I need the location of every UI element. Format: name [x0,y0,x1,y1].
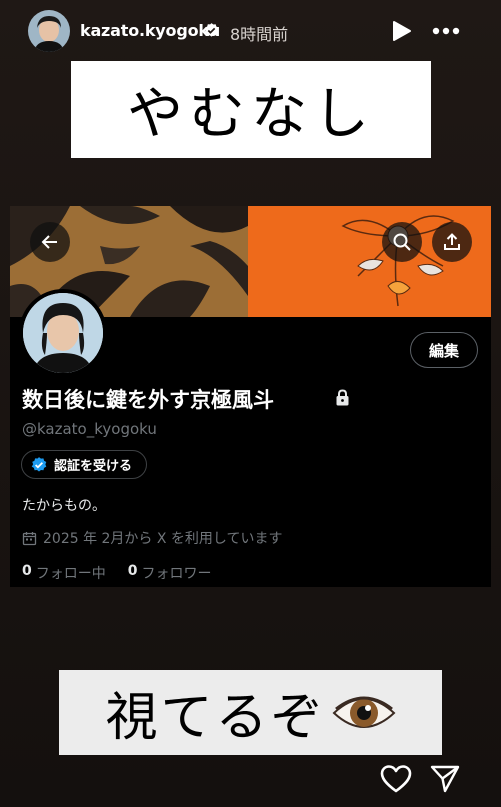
followers-link[interactable]: 0 フォロワー [128,563,212,583]
followers-label: フォロワー [141,566,212,582]
caption-bottom-text: 視てるぞ [105,688,326,748]
story-user-avatar[interactable] [28,10,70,52]
story-username[interactable]: kazato.kyogoku [80,21,220,40]
more-icon[interactable] [432,23,460,39]
profile-avatar[interactable] [19,289,107,377]
get-verified-label: 認証を受ける [54,459,133,474]
share-button[interactable] [432,222,472,262]
story-caption-top: やむなし [71,61,431,158]
profile-bio: たからもの。 [22,498,106,514]
share-icon [444,233,460,250]
story-viewer: kazato.kyogoku 8時間前 やむなし 編集 数日後に鍵を外す京極風斗… [0,0,501,807]
followers-count: 0 [127,563,138,579]
story-timestamp: 8時間前 [230,25,289,44]
calendar-icon [22,531,37,545]
profile-screenshot: 編集 数日後に鍵を外す京極風斗 @kazato_kyogoku 認証を受ける た… [10,206,491,587]
back-button[interactable] [30,222,70,262]
profile-handle: @kazato_kyogoku [22,420,157,438]
following-label: フォロー中 [35,566,106,582]
send-icon[interactable] [430,764,460,794]
search-button[interactable] [382,222,422,262]
search-icon [393,233,411,251]
joined-text: 2025 年 2月から X を利用しています [43,531,283,547]
back-arrow-icon [41,235,57,249]
get-verified-button[interactable]: 認証を受ける [21,450,148,479]
eye-icon [332,696,395,728]
edit-profile-button[interactable]: 編集 [410,332,478,368]
following-link[interactable]: 0 フォロー中 [22,563,106,583]
verified-icon [204,23,219,37]
profile-joined-date: 2025 年 2月から X を利用しています [22,528,283,548]
lock-icon [336,389,349,406]
heart-icon[interactable] [380,764,412,794]
profile-display-name: 数日後に鍵を外す京極風斗 [22,388,274,412]
story-header: kazato.kyogoku 8時間前 [0,0,501,64]
verified-icon [31,456,47,472]
story-caption-bottom: 視てるぞ [59,670,442,755]
play-icon[interactable] [390,20,412,42]
follow-stats: 0 フォロー中 0 フォロワー [22,563,234,583]
following-count: 0 [22,563,32,579]
